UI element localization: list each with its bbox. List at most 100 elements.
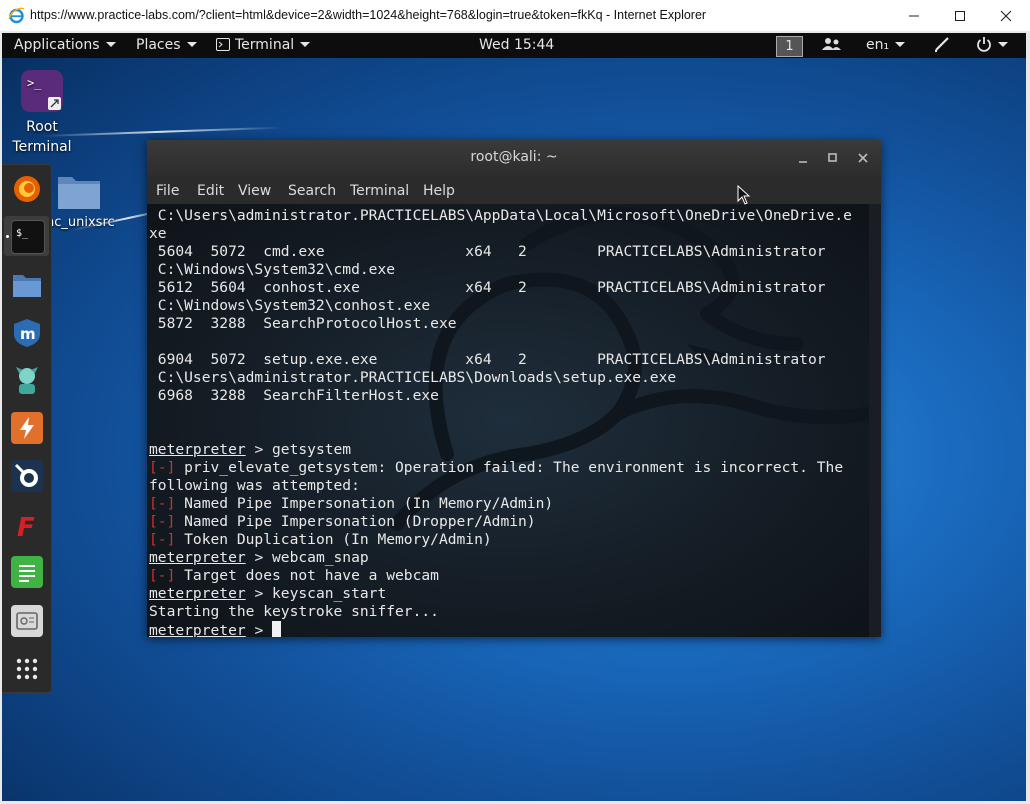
- terminal-line: Starting the keystroke sniffer...: [149, 603, 439, 621]
- system-menu[interactable]: [976, 33, 1008, 58]
- window-minimize-icon[interactable]: [797, 153, 809, 165]
- folder-label: nc_unixsrc: [46, 215, 115, 230]
- terminal-line: meterpreter >: [149, 621, 282, 637]
- terminal-line: xe: [149, 225, 167, 243]
- chevron-down-icon: [300, 41, 311, 47]
- terminal-line: 5872 3288 SearchProtocolHost.exe: [149, 315, 457, 333]
- terminal-line: 5612 5604 conhost.exe x64 2 PRACTICELABS…: [149, 279, 826, 297]
- line-text: > keyscan_start: [245, 585, 387, 602]
- dock-terminal[interactable]: $_: [11, 220, 45, 254]
- terminal-line: meterpreter > keyscan_start: [149, 585, 386, 603]
- dock-armitage[interactable]: [11, 364, 43, 396]
- places-menu[interactable]: Places: [136, 33, 197, 58]
- dock-metasploit[interactable]: m: [11, 317, 43, 349]
- dock-running-indicator: [6, 235, 9, 238]
- maximize-icon: [955, 10, 965, 21]
- menu-edit[interactable]: Edit: [197, 176, 224, 206]
- language-menu[interactable]: en₁: [866, 33, 906, 58]
- dock-faraday[interactable]: F: [11, 509, 43, 541]
- applications-menu[interactable]: Applications: [14, 33, 116, 58]
- leafpad-icon: [19, 565, 35, 582]
- terminal-line: C:\Windows\System32\cmd.exe: [149, 261, 395, 279]
- terminal-line: [-] Target does not have a webcam: [149, 567, 439, 585]
- root-terminal-label-line1: Root: [26, 119, 58, 135]
- accessibility-menu[interactable]: [934, 33, 950, 58]
- line-text: >: [245, 622, 273, 637]
- terminal-line: C:\Users\administrator.PRACTICELABS\AppD…: [149, 207, 852, 225]
- close-icon: [1000, 10, 1012, 21]
- root-terminal-icon: >_: [21, 70, 63, 112]
- close-button[interactable]: [983, 0, 1029, 31]
- menu-file[interactable]: File: [156, 176, 179, 206]
- terminal-line: meterpreter > getsystem: [149, 441, 351, 459]
- folder-desktop-icon[interactable]: nc_unixsrc: [46, 171, 115, 233]
- menu-view[interactable]: View: [238, 176, 271, 206]
- terminal-line: C:\Users\administrator.PRACTICELABS\Down…: [149, 369, 676, 387]
- dock-leafpad[interactable]: [11, 556, 43, 588]
- faraday-icon: F: [17, 513, 35, 540]
- error-marker: [-]: [149, 459, 176, 476]
- line-text: Starting the keystroke sniffer...: [149, 603, 439, 620]
- terminal-line: [-] priv_elevate_getsystem: Operation fa…: [149, 459, 843, 477]
- error-marker: [-]: [149, 531, 176, 548]
- line-text: > getsystem: [245, 441, 352, 458]
- terminal-output[interactable]: C:\Users\administrator.PRACTICELABS\AppD…: [147, 204, 869, 637]
- line-text: xe: [149, 225, 167, 242]
- terminal-line: meterpreter > webcam_snap: [149, 549, 369, 567]
- mouse-pointer-icon: [737, 185, 751, 205]
- gnome-top-bar: Applications Places Terminal Wed 15:44 1…: [2, 33, 1026, 58]
- firefox-icon: [14, 176, 40, 202]
- minimize-button[interactable]: [891, 0, 937, 31]
- show-apps-icon: [16, 658, 38, 680]
- terminal-header-bar[interactable]: root@kali: ~: [147, 140, 881, 176]
- meterpreter-prompt: meterpreter: [149, 441, 246, 458]
- dock-screenshot[interactable]: [11, 605, 43, 637]
- svg-text:>_: >_: [27, 76, 42, 90]
- metasploit-icon: m: [14, 319, 40, 347]
- menu-search[interactable]: Search: [288, 176, 336, 206]
- line-text: Named Pipe Impersonation (In Memory/Admi…: [175, 495, 554, 512]
- error-marker: [-]: [149, 567, 176, 584]
- error-marker: [-]: [149, 513, 176, 530]
- meterpreter-prompt: meterpreter: [149, 585, 246, 602]
- dock-show-applications[interactable]: [11, 653, 43, 685]
- workspace-indicator[interactable]: 1: [776, 36, 803, 57]
- dock-firefox[interactable]: [11, 173, 43, 205]
- line-text: Target does not have a webcam: [175, 567, 439, 584]
- screenshot-icon: [16, 612, 38, 630]
- chevron-down-icon: [186, 41, 197, 47]
- menu-terminal[interactable]: Terminal: [350, 176, 409, 206]
- line-text: 6968 3288 SearchFilterHost.exe: [149, 387, 439, 404]
- maximize-button[interactable]: [937, 0, 983, 31]
- folder-icon: [58, 177, 100, 209]
- menu-help[interactable]: Help: [423, 176, 455, 206]
- terminal-line: following was attempted:: [149, 477, 360, 495]
- root-terminal-label-line2: Terminal: [12, 139, 72, 155]
- people-icon: [822, 38, 841, 50]
- dash-dock: $_ m F: [2, 164, 52, 693]
- people-menu[interactable]: [822, 33, 842, 58]
- line-text: Named Pipe Impersonation (Dropper/Admin): [175, 513, 536, 530]
- clock[interactable]: Wed 15:44: [479, 33, 554, 58]
- line-text: > webcam_snap: [245, 549, 369, 566]
- line-text: priv_elevate_getsystem: Operation failed…: [175, 459, 844, 476]
- dock-files[interactable]: [11, 269, 43, 301]
- window-close-icon[interactable]: [857, 152, 869, 164]
- root-terminal-desktop-icon[interactable]: >_ Root Terminal: [6, 69, 78, 157]
- dock-burpsuite[interactable]: [11, 412, 43, 444]
- svg-text:m: m: [20, 325, 36, 343]
- chevron-down-icon: [895, 41, 906, 47]
- armitage-icon: [16, 367, 38, 394]
- terminal-app-menu[interactable]: Terminal: [216, 33, 311, 58]
- line-text: Token Duplication (In Memory/Admin): [175, 531, 492, 548]
- minimize-icon: [909, 15, 919, 16]
- dock-maltego[interactable]: [11, 460, 43, 492]
- browser-title-bar: https://www.practice-labs.com/?client=ht…: [0, 0, 1030, 32]
- line-text: 5872 3288 SearchProtocolHost.exe: [149, 315, 457, 332]
- window-maximize-icon[interactable]: [827, 152, 839, 164]
- power-icon: [977, 37, 991, 52]
- chevron-down-icon: [105, 41, 116, 47]
- line-text: C:\Users\administrator.PRACTICELABS\Down…: [149, 369, 677, 386]
- line-text: following was attempted:: [149, 477, 360, 494]
- terminal-line: C:\Windows\System32\conhost.exe: [149, 297, 430, 315]
